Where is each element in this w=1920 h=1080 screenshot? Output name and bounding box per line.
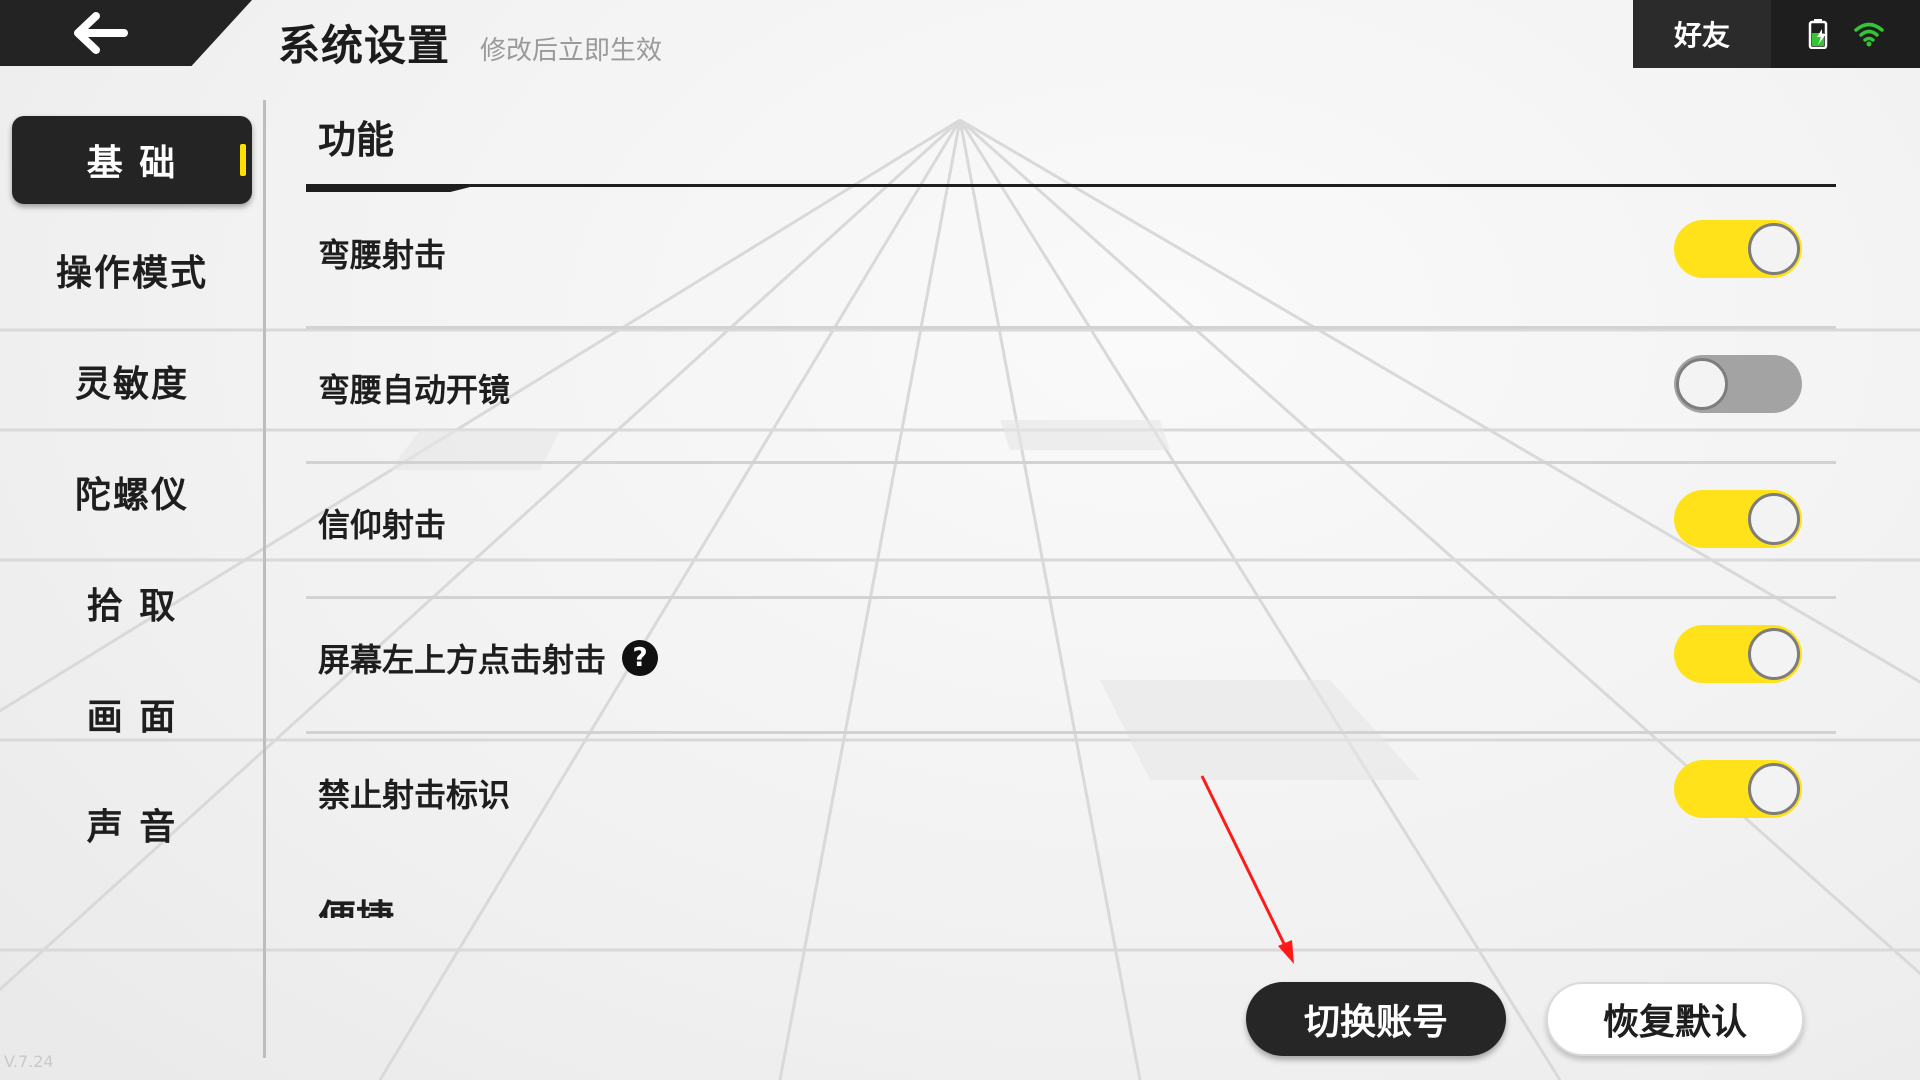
annotation-arrow-icon: [1200, 775, 1294, 964]
switch-account-button[interactable]: 切换账号: [1246, 982, 1506, 1056]
restore-default-button[interactable]: 恢复默认: [1546, 982, 1804, 1056]
toggle-knob: [1748, 763, 1800, 815]
sidebar-item-control-mode[interactable]: 操作模式: [12, 226, 252, 314]
toggle-knob: [1748, 223, 1800, 275]
setting-label-text: 信仰射击: [318, 506, 447, 544]
sidebar-item-sensitivity[interactable]: 灵敏度: [12, 337, 252, 425]
wifi-icon: [1853, 22, 1884, 47]
back-arrow-icon: [74, 12, 128, 54]
toggle-switch[interactable]: [1674, 355, 1802, 413]
sidebar-item-label: 画 面: [86, 697, 178, 738]
sidebar-item-label: 拾 取: [86, 586, 178, 627]
sidebar-item-label: 灵敏度: [74, 364, 189, 405]
section-title: 功能: [318, 118, 395, 162]
setting-label-text: 弯腰射击: [318, 236, 447, 274]
sidebar-item-label: 声 音: [86, 807, 178, 848]
sidebar-item-pickup[interactable]: 拾 取: [12, 559, 252, 647]
settings-content: 功能 弯腰射击 弯腰自动开镜 信仰射击 屏幕左上方点击射击 ? 禁止射击标识: [306, 110, 1836, 818]
next-section-title: 便捷: [318, 888, 394, 918]
toggle-knob: [1676, 358, 1728, 410]
help-icon[interactable]: ?: [622, 640, 659, 676]
setting-label: 弯腰射击: [318, 230, 446, 276]
top-right-panel: 好友: [1633, 0, 1920, 68]
toggle-knob: [1748, 628, 1800, 680]
setting-row: 弯腰自动开镜: [306, 329, 1836, 464]
setting-label: 信仰射击: [318, 500, 446, 546]
toggle-switch[interactable]: [1674, 760, 1802, 818]
battery-charging-icon: [1808, 19, 1827, 49]
setting-row: 信仰射击: [306, 464, 1836, 599]
setting-label-text: 弯腰自动开镜: [318, 371, 511, 409]
page-title: 系统设置: [278, 21, 451, 70]
version-label: V.7.24: [4, 1052, 54, 1071]
toggle-switch[interactable]: [1674, 220, 1802, 278]
sidebar-item-label: 基 础: [86, 143, 178, 184]
setting-label: 弯腰自动开镜: [318, 365, 510, 411]
active-indicator: [240, 144, 246, 176]
sidebar: 基 础 操作模式 灵敏度 陀螺仪 拾 取 画 面 声 音: [0, 100, 266, 1060]
toggle-switch[interactable]: [1674, 625, 1802, 683]
sidebar-item-basic[interactable]: 基 础: [12, 116, 252, 204]
setting-label: 禁止射击标识: [318, 770, 510, 816]
setting-row: 屏幕左上方点击射击 ?: [306, 599, 1836, 734]
toggle-switch[interactable]: [1674, 490, 1802, 548]
sidebar-item-label: 操作模式: [55, 253, 208, 294]
toggle-knob: [1748, 493, 1800, 545]
section-rule: [306, 184, 1836, 187]
setting-row: 禁止射击标识: [306, 734, 1836, 869]
sidebar-item-graphics[interactable]: 画 面: [12, 670, 252, 758]
setting-label: 屏幕左上方点击射击 ?: [318, 635, 659, 681]
friends-button[interactable]: 好友: [1633, 0, 1771, 68]
sidebar-item-label: 陀螺仪: [74, 475, 189, 516]
sidebar-item-sound[interactable]: 声 音: [12, 780, 252, 868]
sidebar-item-gyroscope[interactable]: 陀螺仪: [12, 448, 252, 536]
setting-label-text: 屏幕左上方点击射击: [318, 641, 607, 679]
setting-row: 弯腰射击: [306, 194, 1836, 329]
page-subtitle: 修改后立即生效: [480, 36, 663, 66]
setting-label-text: 禁止射击标识: [318, 776, 511, 814]
status-area: [1771, 0, 1920, 68]
